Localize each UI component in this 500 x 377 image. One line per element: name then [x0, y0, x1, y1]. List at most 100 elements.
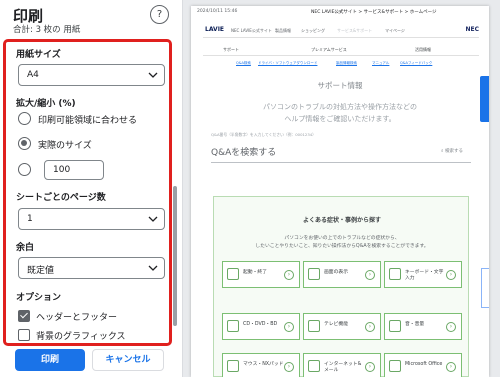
- radio-fit-label: 印刷可能領域に合わせる: [38, 116, 138, 126]
- print-preview: 2024/10/11 15:46 NEC LAVIE公式サイト > サービス&サ…: [183, 0, 500, 377]
- cancel-button[interactable]: キャンセル: [92, 349, 164, 371]
- scale-input[interactable]: 100: [44, 160, 104, 180]
- paper-size-select[interactable]: A4: [18, 64, 165, 86]
- power-icon: [227, 268, 239, 280]
- support-description: パソコンのトラブルの対処方法や操作方法などの: [263, 103, 417, 111]
- faq-section: よくある症状・事例から探す パソコンをお使いの上でのトラブルなどの症状から、 し…: [213, 196, 469, 377]
- qa-search-button-label: 検索する: [444, 149, 463, 154]
- pages-per-sheet-value: 1: [27, 214, 33, 224]
- qa-divider: [211, 162, 471, 163]
- arrow-right-icon: ›: [365, 270, 375, 280]
- disc-icon: [227, 320, 239, 332]
- subnav-item: サポート: [223, 47, 239, 52]
- arrow-right-icon: ›: [365, 322, 375, 332]
- arrow-right-icon: ›: [284, 362, 294, 372]
- faq-title: よくある症状・事例から探す: [302, 217, 381, 224]
- office-icon: [389, 360, 401, 372]
- arrow-right-icon: ›: [284, 322, 294, 332]
- faq-card: Microsoft Office ›: [384, 353, 462, 377]
- nav-item: マイページ: [385, 28, 405, 33]
- nav-item: サービス&サポート: [337, 28, 373, 33]
- support-title: サポート情報: [317, 81, 363, 90]
- faq-card: キーボード・文字入力 ›: [384, 261, 462, 288]
- faq-card-label: インターネット&メール: [324, 362, 362, 373]
- arrow-right-icon: ›: [446, 362, 456, 372]
- radio-fit-printable[interactable]: [18, 112, 31, 125]
- chevron-down-icon: [148, 72, 158, 78]
- headers-footers-checkbox[interactable]: [18, 310, 30, 322]
- support-description: ヘルプ情報をご確認いただけます。: [284, 115, 396, 123]
- quick-links: Q&A検索 ドライバ・ソフトウェアダウンロード 製品情報検索 マニュアル Q&A…: [236, 61, 476, 67]
- mouse-icon: [227, 360, 239, 372]
- arrow-right-icon: ›: [284, 270, 294, 280]
- nav-item: 製品情報: [275, 28, 291, 33]
- faq-card: マウス・NXパッド ›: [222, 353, 300, 377]
- pages-per-sheet-label: シートごとのページ数: [16, 193, 106, 203]
- radio-actual-label: 実際のサイズ: [38, 141, 92, 151]
- radio-actual-size[interactable]: [18, 137, 31, 150]
- quick-link: Q&A検索: [236, 61, 251, 65]
- quick-link: Q&Aフィードバック: [400, 61, 433, 65]
- chevron-down-icon: [148, 216, 158, 222]
- chevron-down-icon: [148, 265, 158, 271]
- subnav-item: 活用情報: [415, 47, 431, 52]
- faq-card: 画面の表示 ›: [303, 261, 381, 288]
- background-graphics-label: 背景のグラフィックス: [36, 332, 126, 342]
- settings-region: 用紙サイズ A4 拡大/縮小 (%) 印刷可能領域に合わせる 実際のサイズ 10…: [3, 39, 172, 346]
- faq-card-label: 画面の表示: [324, 270, 348, 275]
- margins-value: 既定値: [27, 266, 55, 276]
- monitor-icon: [308, 268, 320, 280]
- quick-link: 製品情報検索: [336, 61, 357, 65]
- tv-icon: [308, 320, 320, 332]
- speaker-icon: [389, 320, 401, 332]
- faq-card: 音・音量 ›: [384, 313, 462, 340]
- headers-footers-label: ヘッダーとフッター: [36, 313, 118, 323]
- mail-icon: [308, 360, 320, 372]
- faq-card: 起動・終了 ›: [222, 261, 300, 288]
- arrow-right-icon: ›: [446, 270, 456, 280]
- faq-card-label: 起動・終了: [243, 270, 267, 275]
- qa-number-note: Q&A番号（半角数字）を入力してください（例：0001234）: [211, 132, 316, 137]
- faq-card-label: キーボード・文字入力: [405, 270, 444, 281]
- keyboard-icon: [389, 268, 401, 280]
- page-header-date: 2024/10/11 15:46: [197, 9, 238, 14]
- arrow-right-icon: ›: [365, 362, 375, 372]
- sub-nav: サポート プレミアムサービス 活用情報: [203, 46, 479, 56]
- lavie-logo: LAVIE: [205, 26, 225, 33]
- faq-description: したいことやりたいこと、知りたい操作法からQ&Aを検索することができます。: [255, 244, 429, 249]
- quick-link: ドライバ・ソフトウェアダウンロード: [258, 61, 318, 65]
- faq-description: パソコンをお使いの上でのトラブルなどの症状から、: [284, 236, 400, 241]
- paper-size-value: A4: [27, 70, 39, 80]
- margins-select[interactable]: 既定値: [18, 257, 165, 279]
- arrow-right-icon: ›: [446, 322, 456, 332]
- print-button[interactable]: 印刷: [15, 349, 85, 371]
- pages-per-sheet-select[interactable]: 1: [18, 208, 165, 230]
- quick-link: マニュアル: [372, 61, 390, 65]
- page-header-title: NEC LAVIE公式サイト > サービス&サポート > ホームページ: [311, 10, 437, 15]
- faq-card-label: テレビ機能: [324, 322, 348, 327]
- sheet-count: 合計: 3 枚の 用紙: [13, 25, 81, 35]
- help-icon[interactable]: ?: [150, 5, 169, 24]
- radio-custom-scale[interactable]: [18, 163, 31, 176]
- faq-card-label: Microsoft Office: [405, 362, 443, 367]
- faq-card-label: 音・音量: [405, 322, 425, 327]
- paper-size-label: 用紙サイズ: [16, 50, 61, 60]
- margins-label: 余白: [16, 243, 35, 253]
- options-label: オプション: [16, 293, 62, 303]
- nec-logo: NEC: [465, 26, 479, 33]
- faq-card-label: CD・DVD・BD: [243, 322, 278, 327]
- scale-label: 拡大/縮小 (%): [16, 99, 76, 109]
- nav-item: NEC LAVIE公式サイト: [231, 28, 272, 33]
- qa-search-button: ⌕ 検索する: [441, 148, 463, 154]
- preview-page: 2024/10/11 15:46 NEC LAVIE公式サイト > サービス&サ…: [191, 6, 489, 377]
- faq-card: インターネット&メール ›: [303, 353, 381, 377]
- faq-card: テレビ機能 ›: [303, 313, 381, 340]
- panel-scrollbar[interactable]: [173, 186, 177, 326]
- subnav-item: プレミアムサービス: [311, 47, 347, 52]
- side-feedback-tab: [481, 268, 489, 308]
- nav-item: ショッピング: [301, 28, 325, 33]
- background-graphics-checkbox[interactable]: [18, 329, 30, 341]
- print-panel: 印刷 合計: 3 枚の 用紙 ? 用紙サイズ A4 拡大/縮小 (%) 印刷可能…: [0, 0, 183, 377]
- site-nav: LAVIE NEC LAVIE公式サイト 製品情報 ショッピング サービス&サポ…: [203, 26, 479, 38]
- search-icon: ⌕: [441, 149, 444, 154]
